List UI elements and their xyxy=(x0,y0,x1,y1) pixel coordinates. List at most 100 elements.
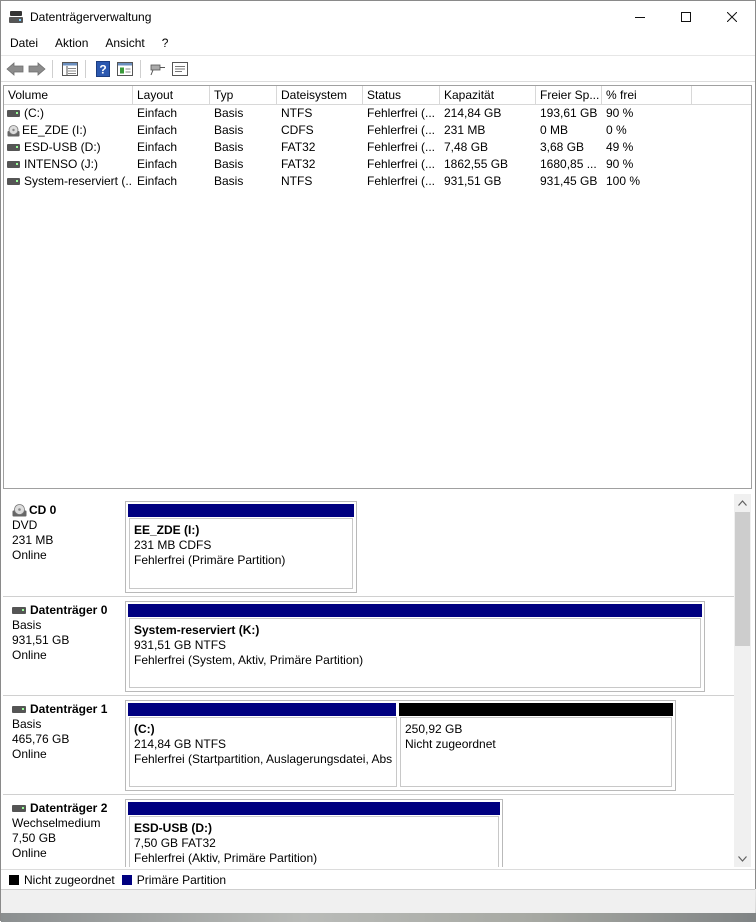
scroll-down-button[interactable] xyxy=(734,850,751,867)
chevron-up-icon xyxy=(738,499,747,506)
column-header-volume[interactable]: Volume xyxy=(4,86,133,105)
drive-icon xyxy=(7,178,20,185)
disk-map[interactable]: CD 0 DVD 231 MB Online EE_ZDE (I:) 231 M… xyxy=(3,494,734,867)
maximize-icon xyxy=(681,11,691,22)
title-bar[interactable]: Datenträgerverwaltung xyxy=(1,1,755,32)
properties-button[interactable] xyxy=(115,59,135,79)
volume-capacity: 7,48 GB xyxy=(444,140,489,154)
toolbar-separator xyxy=(140,59,141,78)
window-title: Datenträgerverwaltung xyxy=(30,9,152,24)
volume-percent-free: 90 % xyxy=(606,157,634,171)
partition-size: 7,50 GB FAT32 xyxy=(134,836,216,850)
column-header-typ[interactable]: Typ xyxy=(210,86,277,105)
disk-type: Basis xyxy=(12,717,42,731)
menu-help[interactable]: ? xyxy=(153,36,177,50)
volume-layout: Einfach xyxy=(137,174,178,188)
menu-ansicht[interactable]: Ansicht xyxy=(96,36,152,50)
volume-type: Basis xyxy=(214,157,244,171)
volume-name: ESD-USB (D:) xyxy=(24,140,101,154)
disk-label[interactable]: Datenträger 0 Basis 931,51 GB Online xyxy=(3,597,124,663)
disk-name: CD 0 xyxy=(29,503,57,517)
volume-free-space: 1680,85 ... xyxy=(540,157,597,171)
disk-row-cd0: CD 0 DVD 231 MB Online EE_ZDE (I:) 231 M… xyxy=(3,497,734,594)
partition[interactable]: (C:) 214,84 GB NTFS Fehlerfrei (Startpar… xyxy=(126,701,398,790)
minimize-button[interactable] xyxy=(617,1,663,32)
back-button[interactable] xyxy=(5,59,25,79)
disk-label[interactable]: Datenträger 2 Wechselmedium 7,50 GB Onli… xyxy=(3,795,124,861)
volume-filesystem: NTFS xyxy=(281,106,313,120)
volume-capacity: 231 MB xyxy=(444,123,486,137)
disk-state: Online xyxy=(12,747,47,761)
menu-bar: Datei Aktion Ansicht ? xyxy=(1,32,755,54)
volume-list[interactable]: Volume Layout Typ Dateisystem Status Kap… xyxy=(3,85,752,489)
svg-text:?: ? xyxy=(99,62,106,76)
help-icon: ? xyxy=(96,60,110,77)
partition-unallocated[interactable]: 250,92 GB Nicht zugeordnet xyxy=(398,701,675,790)
volume-name: (C:) xyxy=(24,106,44,120)
volume-status: Fehlerfrei (... xyxy=(367,157,436,171)
connect-button[interactable] xyxy=(148,59,168,79)
show-hide-console-tree-button[interactable] xyxy=(60,59,80,79)
volume-name: EE_ZDE (I:) xyxy=(22,123,87,137)
legend-label-unallocated: Nicht zugeordnet xyxy=(24,872,115,887)
maximize-button[interactable] xyxy=(663,1,709,32)
properties-icon xyxy=(117,61,133,76)
console-button[interactable] xyxy=(170,59,190,79)
chevron-down-icon xyxy=(738,855,747,862)
disk-row-disk0: Datenträger 0 Basis 931,51 GB Online Sys… xyxy=(3,597,734,693)
partition[interactable]: System-reserviert (K:) 931,51 GB NTFS Fe… xyxy=(126,602,704,691)
partition-name: (C:) xyxy=(134,722,155,736)
table-row[interactable]: (C:) Einfach Basis NTFS Fehlerfrei (... … xyxy=(4,105,751,122)
column-header-dateisystem[interactable]: Dateisystem xyxy=(277,86,363,105)
disk-partitions: ESD-USB (D:) 7,50 GB FAT32 Fehlerfrei (A… xyxy=(125,799,503,867)
column-header-layout[interactable]: Layout xyxy=(133,86,210,105)
column-header-status[interactable]: Status xyxy=(363,86,440,105)
disk-name: Datenträger 2 xyxy=(30,801,108,815)
list-view-icon xyxy=(62,61,78,76)
volume-status: Fehlerfrei (... xyxy=(367,174,436,188)
disk-partitions: (C:) 214,84 GB NTFS Fehlerfrei (Startpar… xyxy=(125,700,676,791)
minimize-icon xyxy=(635,16,645,18)
table-row[interactable]: ESD-USB (D:) Einfach Basis FAT32 Fehlerf… xyxy=(4,139,751,156)
table-row[interactable]: EE_ZDE (I:) Einfach Basis CDFS Fehlerfre… xyxy=(4,122,751,139)
partition-name: EE_ZDE (I:) xyxy=(134,523,200,537)
volume-free-space: 3,68 GB xyxy=(540,140,585,154)
partition-status: Fehlerfrei (System, Aktiv, Primäre Parti… xyxy=(134,653,364,667)
volume-layout: Einfach xyxy=(137,106,178,120)
volume-free-space: 0 MB xyxy=(540,123,569,137)
partition-status: Fehlerfrei (Startpartition, Auslagerungs… xyxy=(134,752,393,766)
column-header-kapazitaet[interactable]: Kapazität xyxy=(440,86,536,105)
partition-status: Fehlerfrei (Aktiv, Primäre Partition) xyxy=(134,851,318,865)
back-arrow-icon xyxy=(6,61,24,76)
volume-percent-free: 0 % xyxy=(606,123,627,137)
partition[interactable]: ESD-USB (D:) 7,50 GB FAT32 Fehlerfrei (A… xyxy=(126,800,502,867)
menu-datei[interactable]: Datei xyxy=(1,36,46,50)
volume-status: Fehlerfrei (... xyxy=(367,123,436,137)
drive-icon xyxy=(7,110,20,117)
close-button[interactable] xyxy=(709,1,755,32)
volume-filesystem: CDFS xyxy=(281,123,314,137)
partition-color-bar xyxy=(128,802,500,815)
legend: Nicht zugeordnet Primäre Partition xyxy=(1,869,755,889)
scroll-thumb[interactable] xyxy=(735,512,750,646)
table-row[interactable]: INTENSO (J:) Einfach Basis FAT32 Fehlerf… xyxy=(4,156,751,173)
volume-percent-free: 49 % xyxy=(606,140,634,154)
help-button[interactable]: ? xyxy=(93,59,113,79)
disk-map-scrollbar[interactable] xyxy=(734,494,751,867)
disk-row-disk1: Datenträger 1 Basis 465,76 GB Online (C:… xyxy=(3,696,734,792)
forward-button[interactable] xyxy=(27,59,47,79)
volume-capacity: 214,84 GB xyxy=(444,106,502,120)
disk-label[interactable]: CD 0 DVD 231 MB Online xyxy=(3,497,124,563)
column-header-prozent-frei[interactable]: % frei xyxy=(602,86,692,105)
scroll-up-button[interactable] xyxy=(734,494,751,511)
volume-name: System-reserviert (... xyxy=(24,174,133,188)
menu-aktion[interactable]: Aktion xyxy=(46,36,96,50)
disk-label[interactable]: Datenträger 1 Basis 465,76 GB Online xyxy=(3,696,124,762)
table-row[interactable]: System-reserviert (... Einfach Basis NTF… xyxy=(4,173,751,190)
legend-swatch-primary xyxy=(121,874,132,885)
column-header-freier-speicher[interactable]: Freier Sp... xyxy=(536,86,602,105)
volume-filesystem: NTFS xyxy=(281,174,313,188)
partition[interactable]: EE_ZDE (I:) 231 MB CDFS Fehlerfrei (Prim… xyxy=(126,502,356,592)
drive-icon xyxy=(12,805,26,812)
disk-state: Online xyxy=(12,648,47,662)
